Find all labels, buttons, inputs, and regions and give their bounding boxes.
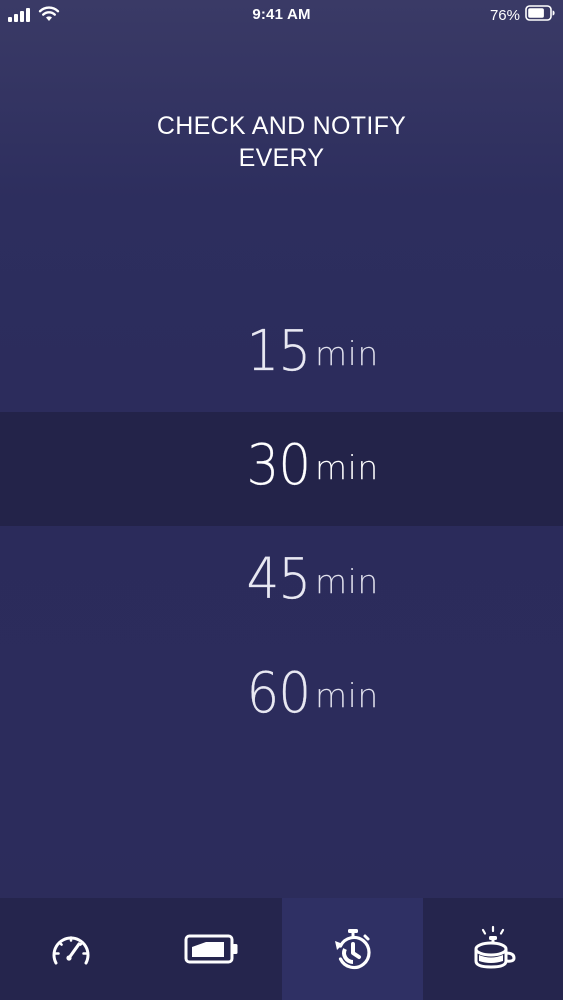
tab-battery[interactable] (141, 898, 282, 1000)
page-title: CHECK AND NOTIFY EVERY (0, 110, 563, 174)
picker-option-unit: min (315, 448, 379, 487)
picker-option-15[interactable]: 15 min (0, 298, 563, 412)
picker-option-value: 15 (246, 319, 311, 384)
interval-picker[interactable]: 15 min 30 min 45 min 60 min (0, 298, 563, 754)
status-right: 76% (490, 5, 555, 25)
stopwatch-refresh-icon (332, 927, 374, 971)
picker-option-unit: min (315, 562, 379, 601)
app-screen: 9:41 AM 76% CHECK AND NOTIFY EVERY 15 mi… (0, 0, 563, 1000)
picker-option-value: 60 (246, 661, 311, 726)
battery-icon (525, 5, 555, 25)
status-time: 9:41 AM (252, 6, 311, 23)
tab-alarm[interactable] (423, 898, 563, 1000)
tab-timer[interactable] (282, 898, 423, 1000)
battery-charging-icon (184, 933, 240, 965)
picker-option-60[interactable]: 60 min (0, 640, 563, 754)
status-bar: 9:41 AM 76% (0, 0, 563, 30)
page-title-line-2: EVERY (238, 144, 325, 172)
tab-bar (0, 898, 563, 1000)
picker-option-30-selected[interactable]: 30 min (0, 412, 563, 526)
page-title-line-1: CHECK AND NOTIFY (156, 112, 407, 140)
speedometer-icon (49, 929, 93, 969)
picker-option-value: 45 (246, 547, 311, 612)
picker-option-45[interactable]: 45 min (0, 526, 563, 640)
picker-option-unit: min (315, 676, 379, 715)
desk-bell-icon (470, 925, 516, 973)
picker-option-unit: min (315, 334, 379, 373)
battery-percent: 76% (489, 6, 520, 24)
picker-option-value: 30 (246, 433, 311, 498)
tab-speed[interactable] (0, 898, 141, 1000)
